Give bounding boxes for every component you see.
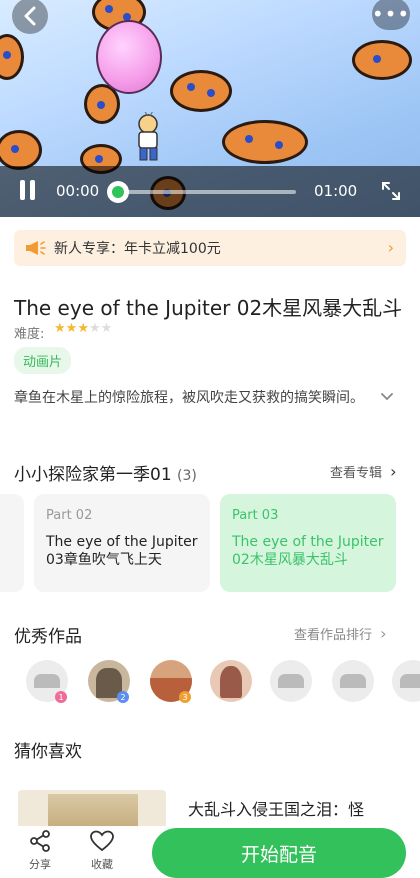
chevron-down-icon[interactable] bbox=[380, 392, 394, 402]
default-avatar-icon bbox=[278, 674, 304, 688]
thumbnail-illustration bbox=[48, 794, 138, 830]
star-empty-icon: ★ bbox=[88, 321, 101, 336]
album-part-card-active[interactable]: Part 03 The eye of the Jupiter 02木星风暴大乱斗 bbox=[220, 494, 396, 592]
default-avatar-icon bbox=[340, 674, 366, 688]
avatar-photo bbox=[220, 666, 242, 698]
avatar[interactable] bbox=[392, 660, 420, 702]
recommend-title: 猜你喜欢 bbox=[14, 742, 82, 762]
pause-icon-bar bbox=[30, 180, 35, 200]
recommend-thumbnail[interactable] bbox=[18, 790, 166, 830]
view-ranking-link[interactable]: 查看作品排行 › bbox=[294, 624, 387, 643]
progress-track[interactable] bbox=[118, 190, 296, 194]
default-avatar-icon bbox=[400, 674, 420, 688]
album-name: 小小探险家第一季01 bbox=[14, 465, 172, 485]
album-part-card-edge[interactable] bbox=[0, 494, 24, 592]
video-player[interactable]: ••• 00:00 01:00 bbox=[0, 0, 420, 217]
star-empty-icon: ★ bbox=[100, 321, 113, 336]
avatar[interactable] bbox=[332, 660, 374, 702]
avatar[interactable] bbox=[270, 660, 312, 702]
more-button[interactable]: ••• bbox=[372, 0, 410, 30]
chevron-right-icon: › bbox=[390, 462, 397, 481]
star-filled-icon: ★ bbox=[54, 321, 66, 336]
works-title: 优秀作品 bbox=[14, 627, 82, 647]
medal-rank: 2 bbox=[120, 693, 125, 702]
recommend-item-title[interactable]: 大乱斗入侵王国之泪：怪 bbox=[188, 796, 364, 820]
default-avatar-icon bbox=[34, 674, 60, 688]
album-count: (3) bbox=[177, 468, 197, 484]
current-time: 00:00 bbox=[56, 182, 100, 200]
genre-tag[interactable]: 动画片 bbox=[14, 347, 72, 374]
avatar[interactable] bbox=[210, 660, 252, 702]
medal-icon: 1 bbox=[55, 691, 67, 703]
medal-icon: 2 bbox=[117, 691, 129, 703]
part-title: The eye of the Jupiter 03章鱼吹气飞上天 bbox=[46, 534, 198, 568]
pause-button[interactable] bbox=[18, 180, 38, 202]
view-album-label: 查看专辑 bbox=[330, 466, 383, 481]
medal-rank: 1 bbox=[58, 693, 63, 702]
view-album-link[interactable]: 查看专辑 › bbox=[330, 462, 397, 481]
part-number: Part 02 bbox=[46, 508, 93, 523]
medal-rank: 3 bbox=[182, 693, 187, 702]
chevron-right-icon: › bbox=[387, 238, 394, 257]
promo-text: 新人专享：年卡立减100元 bbox=[54, 241, 221, 257]
asteroid-illustration bbox=[0, 34, 24, 80]
works-avatar-list: 1 2 3 bbox=[14, 660, 420, 708]
asteroid-illustration bbox=[170, 70, 232, 112]
part-title: The eye of the Jupiter 02木星风暴大乱斗 bbox=[232, 534, 384, 568]
view-ranking-label: 查看作品排行 bbox=[294, 628, 373, 643]
start-dubbing-button[interactable]: 开始配音 bbox=[152, 828, 406, 878]
star-filled-icon: ★ bbox=[77, 321, 89, 336]
kid-illustration bbox=[138, 112, 158, 161]
octopus-balloon-illustration bbox=[96, 20, 162, 94]
duration: 01:00 bbox=[314, 182, 358, 200]
fullscreen-icon[interactable] bbox=[380, 180, 402, 202]
star-filled-icon: ★ bbox=[65, 321, 78, 336]
megaphone-icon bbox=[26, 241, 46, 255]
share-icon bbox=[30, 830, 50, 852]
pause-icon-bar bbox=[20, 180, 25, 200]
more-icon: ••• bbox=[371, 2, 411, 26]
chevron-left-icon bbox=[24, 6, 36, 26]
promo-banner[interactable]: 新人专享：年卡立减100元 › bbox=[14, 230, 406, 266]
favorite-button[interactable]: 收藏 bbox=[82, 830, 122, 872]
heart-icon bbox=[90, 830, 114, 852]
episode-title: The eye of the Jupiter 02木星风暴大乱斗 bbox=[14, 296, 403, 320]
share-button[interactable]: 分享 bbox=[20, 830, 60, 872]
progress-handle[interactable] bbox=[107, 181, 129, 203]
asteroid-illustration bbox=[352, 40, 412, 80]
asteroid-illustration bbox=[0, 130, 42, 170]
chevron-right-icon: › bbox=[380, 624, 387, 643]
album-title: 小小探险家第一季01 (3) bbox=[14, 460, 197, 485]
asteroid-illustration bbox=[222, 120, 308, 164]
album-part-card[interactable]: Part 02 The eye of the Jupiter 03章鱼吹气飞上天 bbox=[34, 494, 210, 592]
medal-icon: 3 bbox=[179, 691, 191, 703]
part-number: Part 03 bbox=[232, 508, 279, 523]
difficulty-label: 难度: bbox=[14, 327, 45, 342]
back-button[interactable] bbox=[12, 0, 48, 34]
difficulty-stars: ★★★★★ bbox=[54, 321, 112, 336]
episode-description: 章鱼在木星上的惊险旅程，被风吹走又获救的搞笑瞬间。 bbox=[14, 390, 364, 406]
